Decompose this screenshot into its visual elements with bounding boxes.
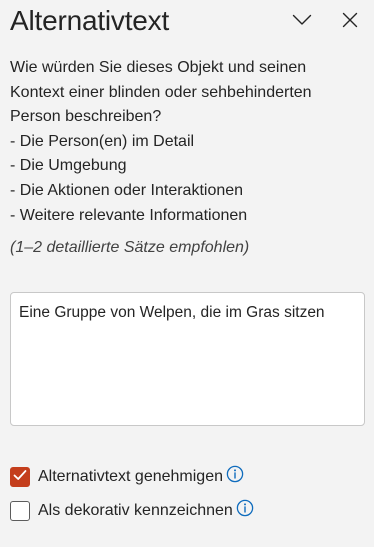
info-icon[interactable]: [226, 465, 244, 483]
alt-text-pane: Alternativtext Wie würden Sie dieses Obj…: [0, 0, 374, 547]
description-text: Wie würden Sie dieses Objekt und seinen …: [10, 56, 366, 228]
description-line: Wie würden Sie dieses Objekt und seinen: [10, 59, 307, 76]
collapse-button[interactable]: [288, 8, 316, 36]
pane-header: Alternativtext: [10, 2, 370, 46]
description-line: - Die Umgebung: [10, 157, 127, 175]
alt-text-input[interactable]: Eine Gruppe von Welpen, die im Gras sitz…: [10, 292, 365, 426]
description-line: Person beschreiben?: [10, 108, 162, 126]
approve-alt-text-label[interactable]: Alternativtext genehmigen: [38, 468, 223, 486]
description-line: - Die Aktionen oder Interaktionen: [10, 181, 244, 199]
recommendation-hint: (1–2 detaillierte Sätze empfohlen): [10, 239, 250, 256]
close-icon: [342, 12, 358, 33]
close-button[interactable]: [336, 8, 364, 36]
approve-alt-text-option: Alternativtext genehmigen: [10, 465, 244, 489]
pane-title: Alternativtext: [10, 5, 170, 36]
description-line: - Weitere relevante Informationen: [10, 206, 248, 224]
description-line: Kontext einer blinden oder sehbehinderte…: [10, 83, 312, 101]
mark-decorative-checkbox[interactable]: [10, 501, 30, 521]
approve-alt-text-checkbox[interactable]: [10, 467, 30, 487]
mark-decorative-label[interactable]: Als dekorativ kennzeichnen: [38, 502, 233, 520]
info-icon[interactable]: [236, 499, 254, 517]
description-line: - Die Person(en) im Detail: [10, 132, 195, 150]
checkmark-icon: [13, 468, 27, 486]
chevron-down-icon: [292, 13, 312, 31]
mark-decorative-option: Als dekorativ kennzeichnen: [10, 499, 254, 523]
